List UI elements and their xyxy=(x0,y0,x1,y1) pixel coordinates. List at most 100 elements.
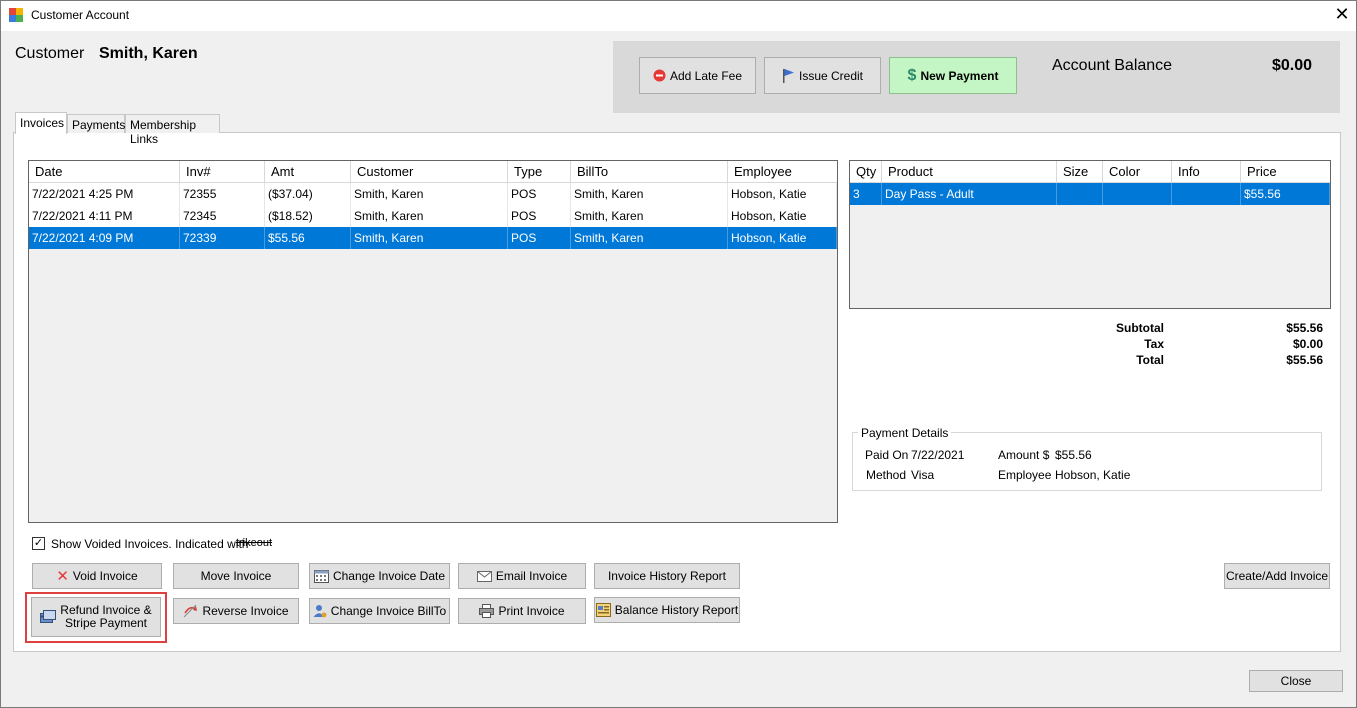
total-value: $55.56 xyxy=(1286,353,1323,367)
issue-credit-label: Issue Credit xyxy=(798,68,864,83)
cell-inv: 72339 xyxy=(180,227,265,249)
cell-employee: Hobson, Katie xyxy=(728,205,837,227)
cell-date: 7/22/2021 4:11 PM xyxy=(29,205,180,227)
cell-employee: Hobson, Katie xyxy=(728,183,837,205)
col-header-type[interactable]: Type xyxy=(508,161,571,183)
col-header-billto[interactable]: BillTo xyxy=(571,161,728,183)
cell-qty: 3 xyxy=(850,183,882,205)
flag-icon xyxy=(782,68,794,83)
invoices-grid[interactable]: Date Inv# Amt Customer Type BillTo Emplo… xyxy=(28,160,838,523)
refund-label-line2: Stripe Payment xyxy=(64,616,148,630)
new-payment-label: New Payment xyxy=(920,68,999,83)
window-close-icon[interactable]: ✕ xyxy=(1330,3,1354,27)
col-header-inv[interactable]: Inv# xyxy=(180,161,265,183)
total-label: Total xyxy=(1136,353,1164,367)
col-header-employee[interactable]: Employee xyxy=(728,161,837,183)
no-entry-icon xyxy=(653,69,666,82)
balance-history-report-button[interactable]: Balance History Report xyxy=(594,597,740,623)
customer-name: Smith, Karen xyxy=(99,45,198,62)
tab-membership-links[interactable]: Membership Links xyxy=(125,114,220,146)
subtotal-label: Subtotal xyxy=(1116,321,1164,335)
col-header-price[interactable]: Price xyxy=(1241,161,1330,183)
col-header-customer[interactable]: Customer xyxy=(351,161,508,183)
method-label: Method xyxy=(866,468,907,482)
add-late-fee-label: Add Late Fee xyxy=(669,68,743,83)
title-bar xyxy=(0,0,1357,31)
tax-value: $0.00 xyxy=(1292,337,1323,351)
red-x-icon: ✕ xyxy=(56,567,69,585)
balance-history-report-label: Balance History Report xyxy=(614,603,739,617)
new-payment-button[interactable]: $ New Payment xyxy=(889,57,1017,94)
method-value: Visa xyxy=(911,468,935,482)
invoice-history-report-button[interactable]: Invoice History Report xyxy=(594,563,740,589)
refund-card-icon xyxy=(40,610,57,623)
cell-amt: ($37.04) xyxy=(265,183,351,205)
cell-billto: Smith, Karen xyxy=(571,227,728,249)
change-invoice-date-button[interactable]: Change Invoice Date xyxy=(309,563,450,589)
change-invoice-date-label: Change Invoice Date xyxy=(332,569,446,583)
close-label: Close xyxy=(1280,674,1312,688)
col-header-info[interactable]: Info xyxy=(1172,161,1241,183)
col-header-amt[interactable]: Amt xyxy=(265,161,351,183)
cell-size xyxy=(1057,183,1103,205)
employee-value: Hobson, Katie xyxy=(1055,468,1131,482)
cell-type: POS xyxy=(508,227,571,249)
show-voided-checkbox[interactable]: ✓ xyxy=(32,537,45,550)
print-invoice-label: Print Invoice xyxy=(498,604,565,618)
dollar-icon: $ xyxy=(907,66,917,84)
cell-inv: 72345 xyxy=(180,205,265,227)
cell-date: 7/22/2021 4:25 PM xyxy=(29,183,180,205)
issue-credit-button[interactable]: Issue Credit xyxy=(764,57,881,94)
employee-label: Employee xyxy=(998,468,1052,482)
account-balance-value: $0.00 xyxy=(1272,57,1313,74)
reverse-icon xyxy=(184,604,198,618)
amount-label: Amount $ xyxy=(998,448,1050,462)
col-header-size[interactable]: Size xyxy=(1057,161,1103,183)
cell-billto: Smith, Karen xyxy=(571,183,728,205)
move-invoice-button[interactable]: Move Invoice xyxy=(173,563,299,589)
invoice-items-grid[interactable]: Qty Product Size Color Info Price 3 Day … xyxy=(849,160,1331,309)
print-invoice-button[interactable]: Print Invoice xyxy=(458,598,586,624)
cell-billto: Smith, Karen xyxy=(571,205,728,227)
table-row-selected[interactable]: 3 Day Pass - Adult $55.56 xyxy=(850,183,1330,205)
cell-type: POS xyxy=(508,205,571,227)
close-button[interactable]: Close xyxy=(1249,670,1343,692)
user-icon xyxy=(313,605,327,618)
tab-invoices[interactable]: Invoices xyxy=(15,112,67,134)
cell-customer: Smith, Karen xyxy=(351,205,508,227)
cell-customer: Smith, Karen xyxy=(351,227,508,249)
cell-inv: 72355 xyxy=(180,183,265,205)
refund-invoice-stripe-payment-button[interactable]: Refund Invoice & Stripe Payment xyxy=(31,597,161,637)
table-row-selected[interactable]: 7/22/2021 4:09 PM 72339 $55.56 Smith, Ka… xyxy=(29,227,837,249)
cell-date: 7/22/2021 4:09 PM xyxy=(29,227,180,249)
refund-label-wrap: Refund Invoice & Stripe Payment xyxy=(60,604,151,630)
cell-price: $55.56 xyxy=(1241,183,1330,205)
cell-amt: $55.56 xyxy=(265,227,351,249)
reverse-invoice-button[interactable]: Reverse Invoice xyxy=(173,598,299,624)
email-invoice-label: Email Invoice xyxy=(495,569,568,583)
cell-color xyxy=(1103,183,1172,205)
invoice-history-report-label: Invoice History Report xyxy=(607,569,727,583)
change-invoice-billto-button[interactable]: Change Invoice BillTo xyxy=(309,598,450,624)
items-grid-header: Qty Product Size Color Info Price xyxy=(850,161,1330,183)
customer-label: Customer xyxy=(15,45,85,62)
add-late-fee-button[interactable]: Add Late Fee xyxy=(639,57,756,94)
change-invoice-billto-label: Change Invoice BillTo xyxy=(330,604,447,618)
subtotal-value: $55.56 xyxy=(1286,321,1323,335)
email-invoice-button[interactable]: Email Invoice xyxy=(458,563,586,589)
void-invoice-button[interactable]: ✕ Void Invoice xyxy=(32,563,162,589)
paid-on-label: Paid On xyxy=(865,448,909,462)
table-row[interactable]: 7/22/2021 4:25 PM 72355 ($37.04) Smith, … xyxy=(29,183,837,205)
table-row[interactable]: 7/22/2021 4:11 PM 72345 ($18.52) Smith, … xyxy=(29,205,837,227)
cell-amt: ($18.52) xyxy=(265,205,351,227)
col-header-date[interactable]: Date xyxy=(29,161,180,183)
tab-payments[interactable]: Payments xyxy=(67,114,125,133)
create-add-invoice-button[interactable]: Create/Add Invoice xyxy=(1224,563,1330,589)
show-voided-label[interactable]: Show Voided Invoices. Indicated with xyxy=(51,537,248,551)
col-header-product[interactable]: Product xyxy=(882,161,1057,183)
cell-type: POS xyxy=(508,183,571,205)
col-header-color[interactable]: Color xyxy=(1103,161,1172,183)
cell-product: Day Pass - Adult xyxy=(882,183,1057,205)
col-header-qty[interactable]: Qty xyxy=(850,161,882,183)
paid-on-value: 7/22/2021 xyxy=(911,448,965,462)
